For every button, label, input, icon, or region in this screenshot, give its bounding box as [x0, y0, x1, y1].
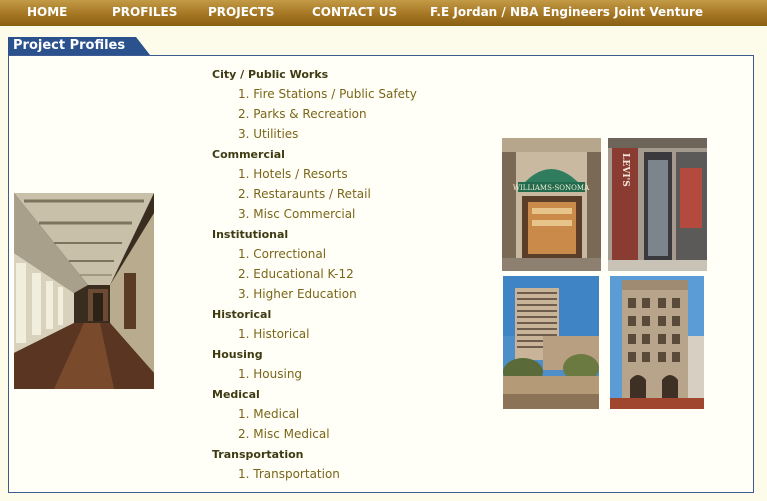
- historic-building-photo: [610, 276, 704, 409]
- storefront-photo: WILLIAMS-SONOMA: [502, 138, 601, 271]
- category-medical: Medical: [212, 388, 260, 401]
- link-hotels-resorts[interactable]: 1. Hotels / Resorts: [238, 167, 348, 181]
- category-institutional: Institutional: [212, 228, 289, 241]
- link-utilities[interactable]: 3. Utilities: [238, 127, 298, 141]
- nav-joint-venture-link[interactable]: F.E Jordan / NBA Engineers Joint Venture: [430, 5, 703, 19]
- link-educational-k12[interactable]: 2. Educational K-12: [238, 267, 354, 281]
- levis-store-photo-drawing: LEVI'S: [608, 138, 707, 271]
- link-housing[interactable]: 1. Housing: [238, 367, 302, 381]
- category-housing: Housing: [212, 348, 263, 361]
- nav-contact-link[interactable]: CONTACT US: [312, 5, 397, 19]
- nav-profiles-link[interactable]: PROFILES: [112, 5, 177, 19]
- corridor-photo-drawing: [14, 193, 154, 389]
- link-correctional[interactable]: 1. Correctional: [238, 247, 326, 261]
- link-restaurants-retail[interactable]: 2. Restaraunts / Retail: [238, 187, 371, 201]
- link-medical[interactable]: 1. Medical: [238, 407, 299, 421]
- historic-building-photo-drawing: [610, 276, 704, 409]
- link-parks-recreation[interactable]: 2. Parks & Recreation: [238, 107, 367, 121]
- link-transportation[interactable]: 1. Transportation: [238, 467, 340, 481]
- category-city-public-works: City / Public Works: [212, 68, 329, 81]
- link-misc-commercial[interactable]: 3. Misc Commercial: [238, 207, 355, 221]
- storefront-sign-text: WILLIAMS-SONOMA: [513, 184, 590, 192]
- category-transportation: Transportation: [212, 448, 304, 461]
- nav-projects-link[interactable]: PROJECTS: [208, 5, 275, 19]
- top-nav-bar: HOME PROFILES PROJECTS CONTACT US F.E Jo…: [0, 0, 767, 26]
- levis-store-photo: LEVI'S: [608, 138, 707, 271]
- tower-building-photo-drawing: [503, 276, 599, 409]
- category-commercial: Commercial: [212, 148, 285, 161]
- link-fire-stations[interactable]: 1. Fire Stations / Public Safety: [238, 87, 417, 101]
- section-title: Project Profiles: [13, 38, 126, 53]
- corridor-photo: [14, 193, 154, 389]
- levis-sign-text: LEVI'S: [620, 153, 630, 187]
- link-misc-medical[interactable]: 2. Misc Medical: [238, 427, 330, 441]
- storefront-photo-drawing: WILLIAMS-SONOMA: [502, 138, 601, 271]
- link-historical[interactable]: 1. Historical: [238, 327, 309, 341]
- category-historical: Historical: [212, 308, 272, 321]
- nav-home-link[interactable]: HOME: [27, 5, 67, 19]
- tower-building-photo: [503, 276, 599, 409]
- link-higher-education[interactable]: 3. Higher Education: [238, 287, 357, 301]
- section-title-tab: Project Profiles: [8, 37, 150, 55]
